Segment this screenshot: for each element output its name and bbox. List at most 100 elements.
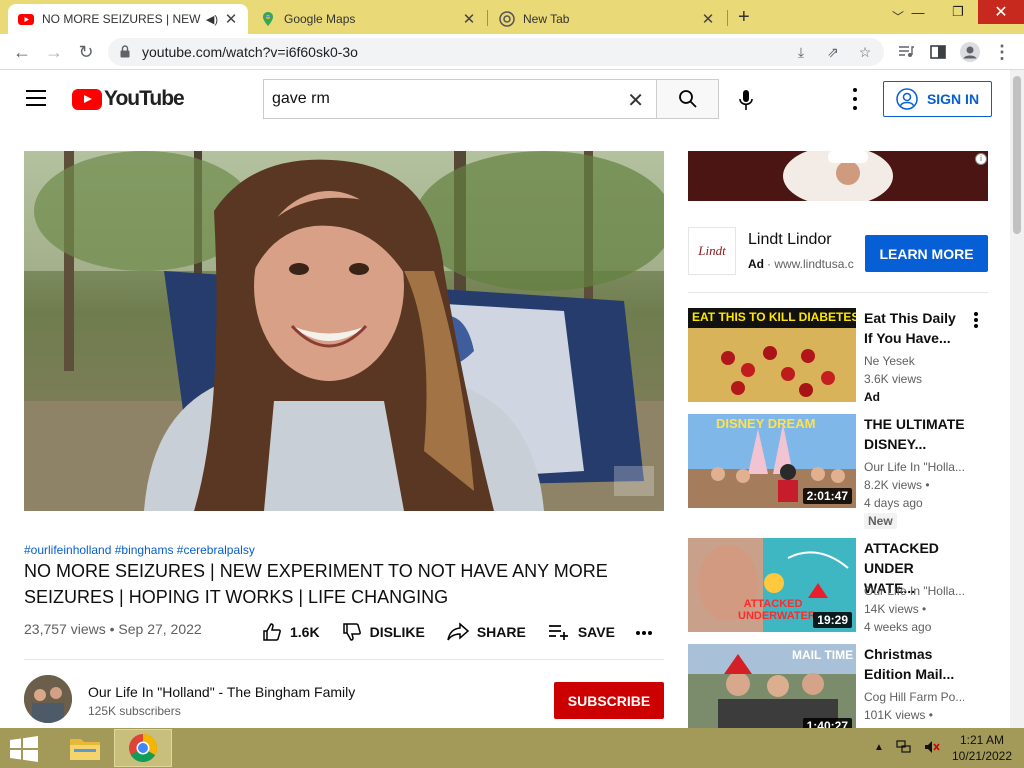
windows-taskbar: ▲ 1:21 AM 10/21/2022 [0, 728, 1024, 768]
youtube-header: YouTube gave rm ✕ SIGN IN [0, 70, 1010, 128]
related-video-title[interactable]: Christmas Edition Mail... [864, 644, 968, 684]
folder-icon [70, 739, 100, 760]
section-divider [24, 659, 664, 660]
profile-avatar-icon[interactable] [958, 40, 982, 64]
related-channel-name[interactable]: Our Life In "Holla... [864, 460, 964, 474]
clock-time: 1:21 AM [959, 733, 1005, 747]
share-button[interactable]: SHARE [447, 622, 526, 642]
related-video-item[interactable]: ATTACKED UNDERWATER 19:29 ATTACKED UNDER… [688, 538, 988, 638]
network-icon[interactable] [896, 740, 912, 754]
google-maps-favicon-icon [263, 12, 273, 26]
more-actions-icon[interactable] [634, 623, 654, 648]
thumbnail-caption: MAIL TIME [792, 648, 854, 662]
browser-menu-icon[interactable]: ⋮ [990, 40, 1014, 64]
clock-date: 10/21/2022 [951, 749, 1013, 763]
reload-button[interactable]: ↻ [74, 40, 98, 64]
search-button[interactable] [656, 79, 719, 119]
microphone-icon [739, 90, 753, 110]
dislike-label: DISLIKE [369, 624, 425, 640]
windows-start-icon[interactable] [8, 736, 40, 762]
dislike-button[interactable]: DISLIKE [342, 622, 425, 642]
settings-kebab-icon[interactable] [846, 88, 864, 110]
video-thumbnail[interactable]: EAT THIS TO KILL DIABETES [688, 308, 856, 402]
ad-subtitle: Ad · www.lindtusa.c [748, 257, 854, 271]
install-icon[interactable]: ⤓ [792, 43, 810, 61]
ad-badge: Ad [864, 390, 880, 404]
minimize-button[interactable]: — [898, 0, 938, 24]
video-duration: 1:40:27 [802, 718, 852, 728]
search-icon [678, 90, 697, 108]
address-bar-row: ← → ↻ youtube.com/watch?v=i6f60sk0-3o ⤓ … [0, 34, 1024, 70]
show-hidden-icons-icon[interactable]: ▲ [874, 742, 884, 753]
page-scrollbar[interactable] [1010, 70, 1024, 728]
tab-close-icon[interactable]: ✕ [462, 10, 476, 28]
tab-google-maps[interactable]: Google Maps ✕ [250, 4, 486, 34]
video-player[interactable] [24, 151, 664, 511]
speaker-icon[interactable]: ◀) [206, 13, 218, 26]
related-video-item[interactable]: MAIL TIME 1:40:27 Christmas Edition Mail… [688, 644, 988, 728]
bookmark-star-icon[interactable]: ☆ [856, 43, 874, 61]
clear-search-icon[interactable]: ✕ [627, 88, 644, 113]
channel-avatar[interactable] [24, 675, 72, 723]
ad-title[interactable]: Lindt Lindor [748, 231, 832, 249]
close-window-button[interactable]: ✕ [978, 0, 1024, 24]
omnibox[interactable]: youtube.com/watch?v=i6f60sk0-3o ⤓ ⇗ ☆ [108, 38, 884, 66]
taskbar-clock[interactable]: 1:21 AM 10/21/2022 [950, 732, 1014, 764]
ad-domain: · www.lindtusa.c [767, 257, 854, 271]
volume-muted-icon[interactable] [924, 740, 940, 754]
forward-button[interactable]: → [42, 40, 66, 64]
voice-search-button[interactable] [730, 84, 762, 116]
tab-close-icon[interactable]: ✕ [224, 10, 238, 28]
hamburger-menu-icon[interactable] [26, 90, 46, 106]
lock-icon[interactable] [120, 45, 130, 58]
video-thumbnail[interactable]: ATTACKED UNDERWATER 19:29 [688, 538, 856, 632]
window-controls: — ❐ ✕ [898, 0, 1024, 24]
channel-name[interactable]: Our Life In "Holland" - The Bingham Fami… [88, 684, 355, 700]
chrome-icon [129, 734, 157, 762]
media-control-icon[interactable] [894, 40, 918, 64]
video-duration: 19:29 [813, 612, 852, 628]
tab-new-tab[interactable]: New Tab ✕ [489, 4, 725, 34]
search-input[interactable]: gave rm ✕ [263, 79, 656, 119]
subscribe-button[interactable]: SUBSCRIBE [554, 682, 664, 719]
video-hashtags[interactable]: #ourlifeinholland #binghams #cerebralpal… [24, 543, 255, 557]
related-video-title[interactable]: THE ULTIMATE DISNEY... [864, 414, 968, 454]
new-tab-button[interactable]: + [738, 6, 750, 29]
sign-in-label: SIGN IN [926, 91, 980, 107]
related-video-title[interactable]: Eat This Daily If You Have... [864, 308, 968, 348]
video-thumbnail[interactable]: DISNEY DREAM 2:01:47 [688, 414, 856, 508]
back-button[interactable]: ← [10, 40, 34, 64]
tab-title: Google Maps [284, 12, 356, 26]
save-button[interactable]: SAVE [548, 623, 615, 641]
tab-close-icon[interactable]: ✕ [701, 10, 715, 28]
restore-button[interactable]: ❐ [938, 0, 978, 24]
related-channel-name[interactable]: Our Life In "Holla... [864, 584, 964, 598]
youtube-play-icon [72, 88, 102, 110]
file-explorer-taskbar-button[interactable] [56, 729, 114, 767]
related-views: 8.2K views • [864, 478, 930, 492]
thumbs-up-icon [263, 623, 281, 641]
ad-info-icon[interactable]: i [975, 153, 987, 165]
related-channel-name[interactable]: Cog Hill Farm Po... [864, 690, 964, 704]
tab-youtube[interactable]: NO MORE SEIZURES | NEW EX ◀) ✕ [8, 4, 248, 34]
side-panel-icon[interactable] [926, 40, 950, 64]
ad-banner-image[interactable] [688, 151, 988, 201]
learn-more-button[interactable]: LEARN MORE [865, 235, 988, 272]
related-video-item[interactable]: EAT THIS TO KILL DIABETES Eat This Daily… [688, 308, 988, 408]
like-button[interactable]: 1.6K [262, 622, 320, 642]
video-thumbnail[interactable]: MAIL TIME 1:40:27 [688, 644, 856, 728]
sign-in-button[interactable]: SIGN IN [883, 81, 992, 117]
share-icon[interactable]: ⇗ [824, 43, 842, 61]
tab-separator [727, 10, 728, 26]
related-channel-name[interactable]: Ne Yesek [864, 354, 964, 368]
system-tray: ▲ [874, 740, 940, 754]
scrollbar-thumb[interactable] [1013, 76, 1021, 234]
youtube-logo[interactable]: YouTube [72, 87, 185, 111]
share-label: SHARE [476, 624, 526, 640]
youtube-logo-text: YouTube [104, 87, 185, 110]
related-video-item[interactable]: DISNEY DREAM 2:01:47 THE ULTIMATE DISNEY… [688, 414, 988, 532]
related-more-icon[interactable] [974, 312, 978, 328]
chrome-taskbar-button[interactable] [114, 729, 172, 767]
lindt-logo[interactable]: Lindt [688, 227, 736, 275]
thumbnail-caption: EAT THIS TO KILL DIABETES [692, 310, 856, 324]
